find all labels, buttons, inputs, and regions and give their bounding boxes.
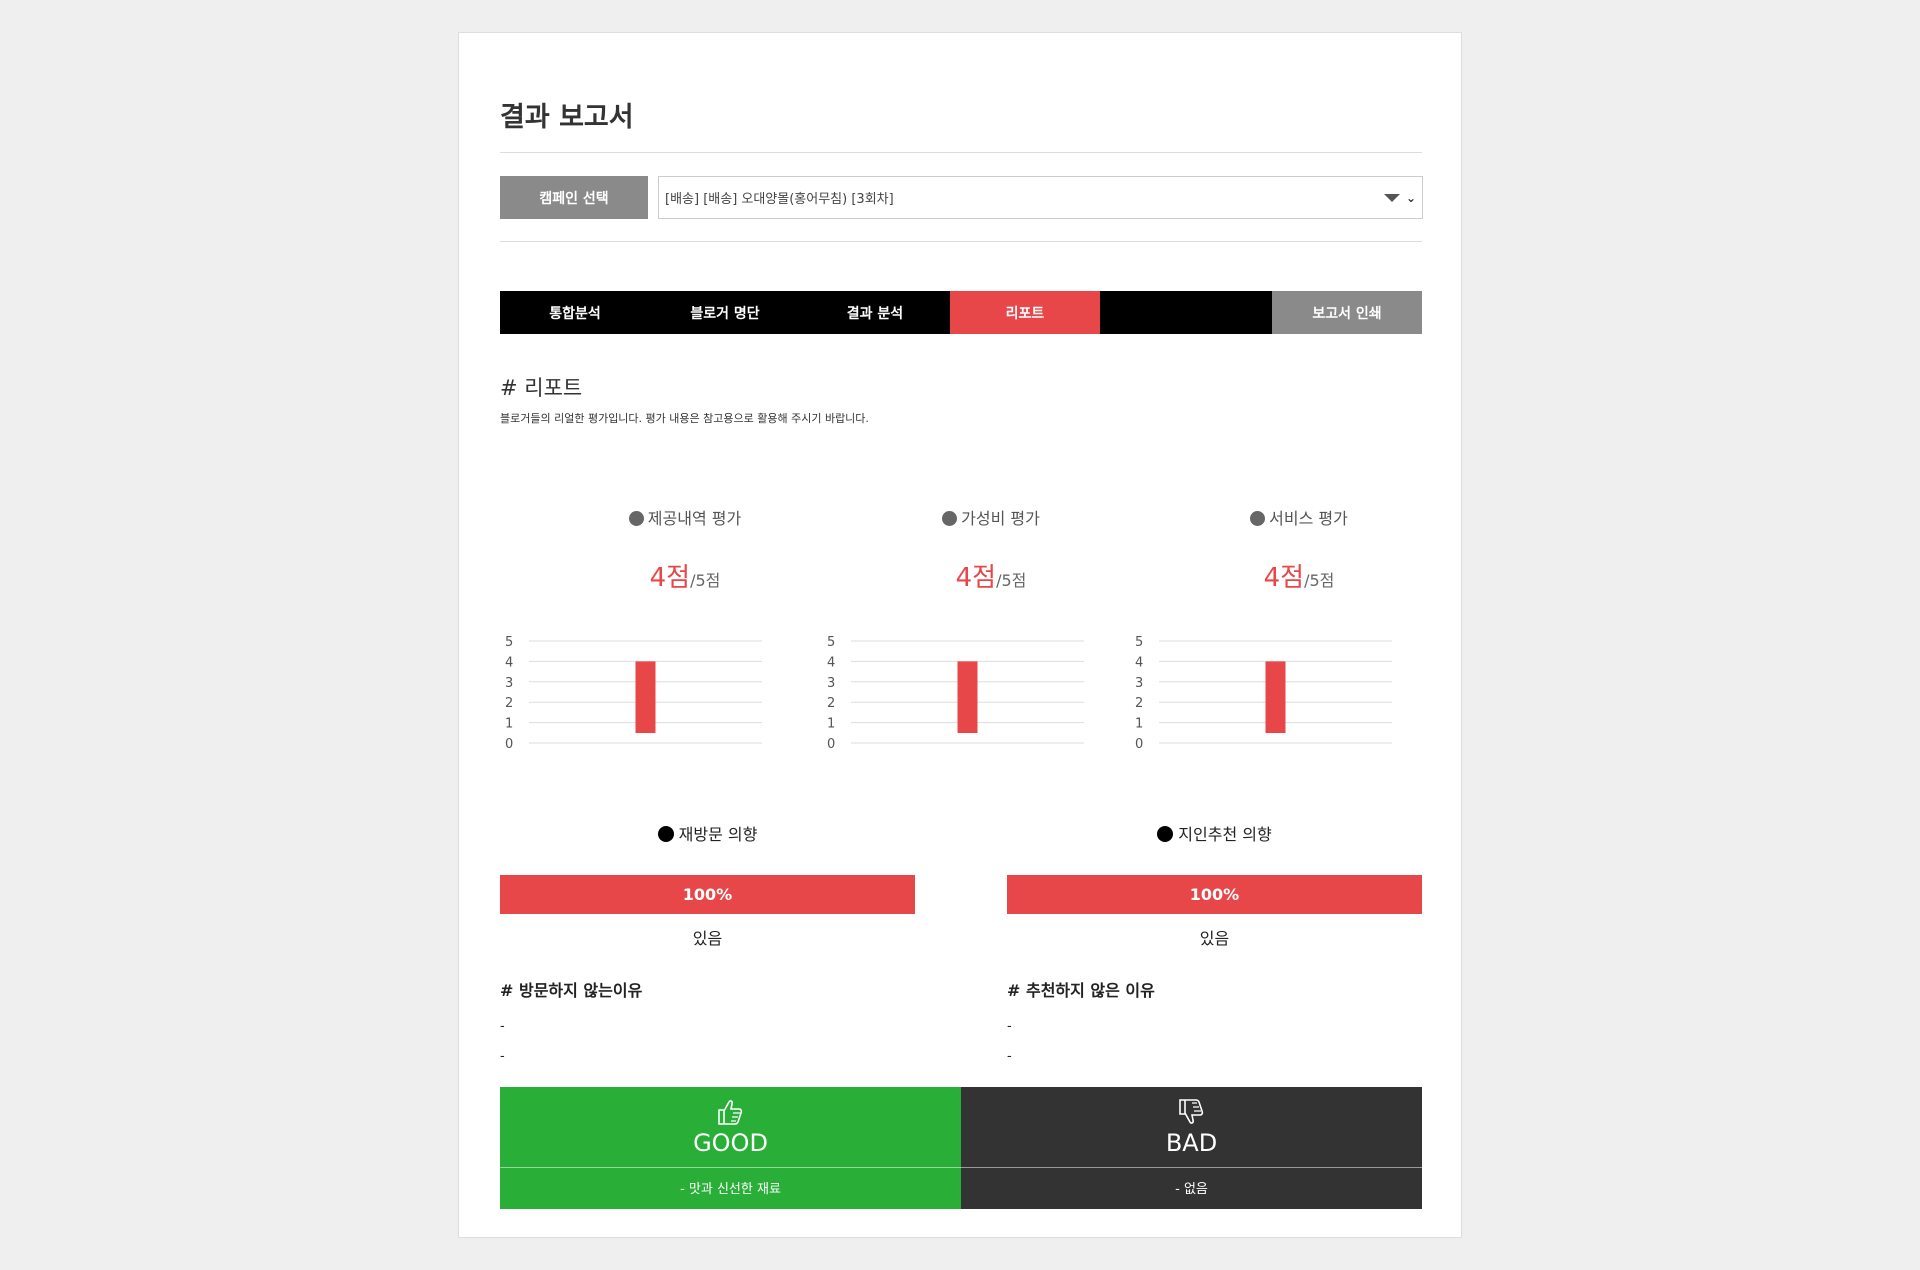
tab-integrated-analysis[interactable]: 통합분석: [500, 291, 650, 334]
percent-label: 100%: [682, 885, 733, 904]
metric-score: 4점/5점: [1164, 557, 1434, 594]
y-tick-label: 0: [827, 737, 835, 752]
y-tick-label: 2: [827, 696, 835, 711]
score-value: 4점: [649, 563, 691, 593]
metric-title: 제공내역 평가: [550, 505, 820, 529]
bad-header: BAD: [961, 1087, 1422, 1167]
print-report-button[interactable]: 보고서 인쇄: [1272, 291, 1422, 334]
thumbs-down-icon: [1178, 1099, 1203, 1124]
y-tick-label: 4: [827, 655, 835, 670]
revisit-answer: 있음: [692, 929, 723, 948]
score-max: /5점: [690, 571, 721, 590]
divider: [500, 152, 1422, 153]
bad-comment: - 없음: [961, 1167, 1422, 1207]
recommend-intent-title: 지인추천 의향: [1007, 821, 1422, 845]
campaign-select-value: [배송] [배송] 오대양몰(홍어무침) [3회차]: [665, 192, 894, 207]
offer-rating-chart: 0 1 2 3 4 5: [505, 635, 762, 752]
reason-item: -: [1007, 1049, 1012, 1064]
tab-blogger-list[interactable]: 블로거 명단: [650, 291, 800, 334]
y-tick-label: 2: [1135, 696, 1143, 711]
good-header: GOOD: [500, 1087, 961, 1167]
section-description: 블로거들의 리얼한 평가입니다. 평가 내용은 참고용으로 활용해 주시기 바랍…: [500, 412, 869, 425]
good-comment: - 맛과 신선한 재료: [500, 1167, 961, 1207]
intent-title-text: 재방문 의향: [678, 825, 758, 844]
dropdown-triangle-icon: [1383, 193, 1400, 202]
rating-bar: [1265, 661, 1286, 733]
y-tick-label: 4: [1135, 655, 1143, 670]
metric-score: 4점/5점: [550, 557, 820, 594]
section-title: # 리포트: [500, 376, 583, 400]
bad-panel: BAD - 없음: [961, 1087, 1422, 1209]
y-tick-label: 5: [505, 635, 513, 650]
y-tick-label: 0: [505, 737, 513, 752]
report-card: 결과 보고서 캠페인 선택 [배송] [배송] 오대양몰(홍어무침) [3회차]…: [458, 32, 1462, 1238]
no-recommend-reason-title: # 추천하지 않은 이유: [1007, 981, 1155, 1000]
no-revisit-reason-title: # 방문하지 않는이유: [500, 981, 643, 1000]
reason-item: -: [500, 1049, 505, 1064]
bullet-icon: [942, 511, 958, 526]
chevron-down-icon: ⌄: [1405, 190, 1416, 205]
intent-title-text: 지인추천 의향: [1178, 825, 1272, 844]
bullet-icon: [1157, 826, 1174, 842]
score-value: 4점: [1263, 563, 1305, 593]
y-tick-label: 3: [827, 676, 835, 691]
thumbs-up-icon: [717, 1100, 742, 1125]
bad-label: BAD: [1165, 1129, 1218, 1157]
metric-title-text: 가성비 평가: [961, 509, 1040, 528]
score-max: /5점: [996, 571, 1027, 590]
bullet-icon: [1250, 511, 1266, 526]
metric-title-text: 제공내역 평가: [647, 509, 742, 528]
metric-title-text: 서비스 평가: [1269, 509, 1348, 528]
y-tick-label: 1: [1135, 717, 1143, 732]
tab-report[interactable]: 리포트: [950, 291, 1100, 334]
y-tick-label: 0: [1135, 737, 1143, 752]
metric-title: 가성비 평가: [856, 505, 1126, 529]
revisit-intent-title: 재방문 의향: [500, 821, 915, 845]
tab-result-analysis[interactable]: 결과 분석: [800, 291, 950, 334]
score-max: /5점: [1304, 571, 1335, 590]
tab-bar: 통합분석 블로거 명단 결과 분석 리포트 보고서 인쇄: [500, 291, 1422, 334]
campaign-select[interactable]: [배송] [배송] 오대양몰(홍어무침) [3회차] ⌄: [658, 176, 1423, 219]
value-rating-chart: 0 1 2 3 4 5: [827, 635, 1084, 752]
y-tick-label: 3: [1135, 676, 1143, 691]
reason-item: -: [1007, 1019, 1012, 1034]
y-tick-label: 2: [505, 696, 513, 711]
metric-title: 서비스 평가: [1164, 505, 1434, 529]
bullet-icon: [628, 511, 644, 526]
select-arrows: ⌄: [1383, 177, 1416, 218]
y-tick-label: 3: [505, 676, 513, 691]
good-label: GOOD: [693, 1129, 768, 1157]
revisit-percent-bar: 100%: [500, 875, 915, 914]
y-tick-label: 4: [505, 655, 513, 670]
divider: [500, 241, 1422, 242]
reason-item: -: [500, 1019, 505, 1034]
recommend-percent-bar: 100%: [1007, 875, 1422, 914]
y-tick-label: 5: [1135, 635, 1143, 650]
percent-label: 100%: [1189, 885, 1240, 904]
score-value: 4점: [955, 563, 997, 593]
y-tick-label: 1: [505, 717, 513, 732]
page-title: 결과 보고서: [500, 102, 634, 133]
y-tick-label: 5: [827, 635, 835, 650]
bullet-icon: [657, 826, 674, 842]
recommend-answer: 있음: [1199, 929, 1230, 948]
service-rating-chart: 0 1 2 3 4 5: [1135, 635, 1392, 752]
good-panel: GOOD - 맛과 신선한 재료: [500, 1087, 961, 1209]
rating-bar: [957, 661, 978, 733]
metric-score: 4점/5점: [856, 557, 1126, 594]
y-tick-label: 1: [827, 717, 835, 732]
campaign-label: 캠페인 선택: [500, 176, 648, 219]
rating-bar: [635, 661, 656, 733]
